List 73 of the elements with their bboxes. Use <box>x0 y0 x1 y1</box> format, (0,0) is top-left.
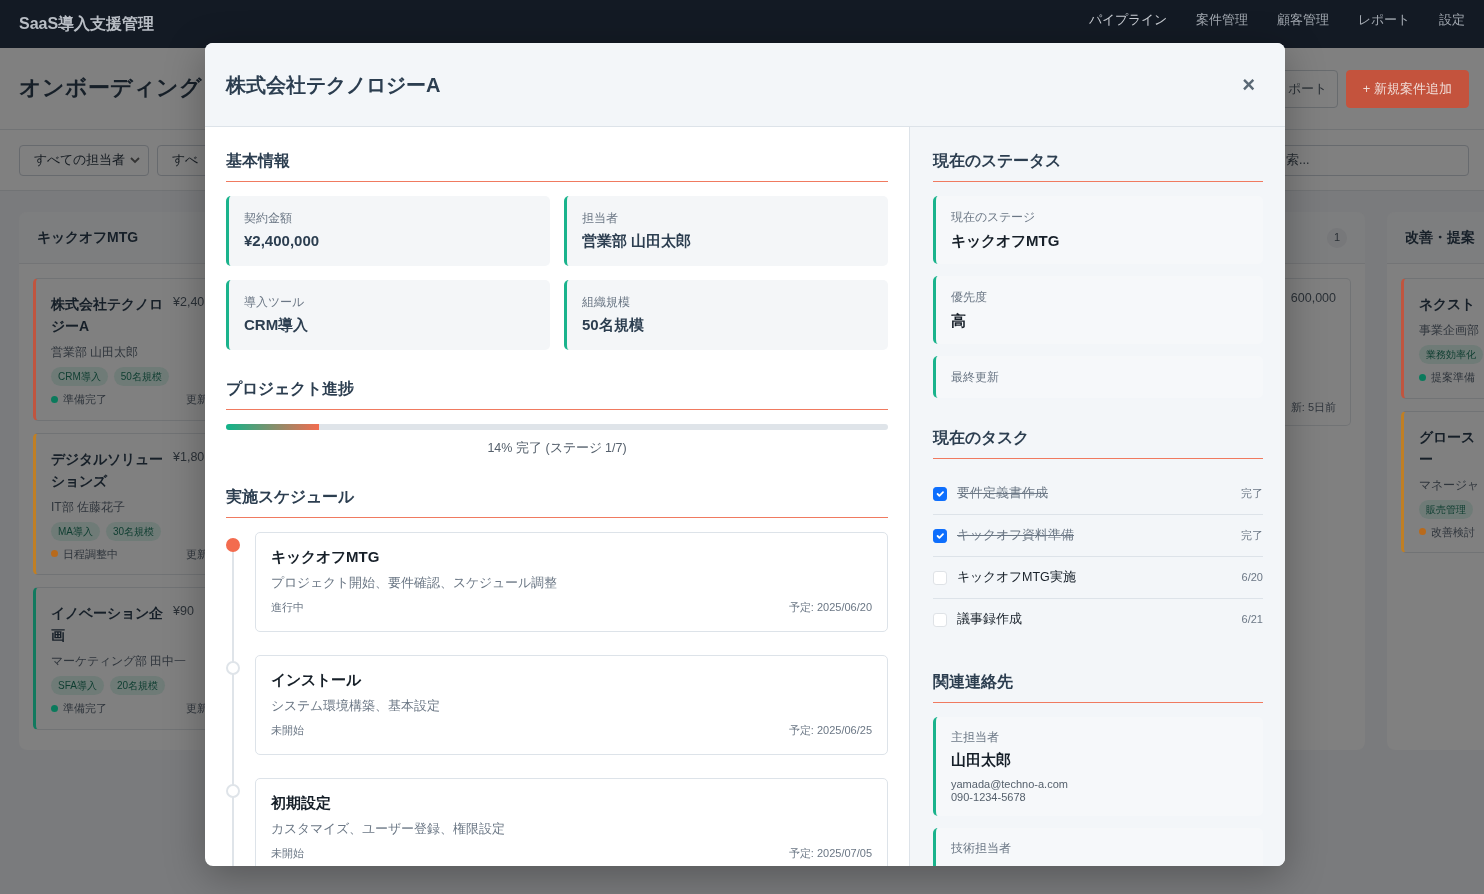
task-label: キックオフ資料準備 <box>957 527 1075 544</box>
status-text: 日程調整中 <box>63 546 118 562</box>
deal-title: デジタルソリュー ションズ <box>51 449 164 491</box>
column-title: 改善・提案 <box>1405 228 1475 247</box>
field-value: 営業部 山田太郎 <box>582 231 693 251</box>
due-date: 予定: 2025/06/25 <box>788 723 872 738</box>
contact-name: 山田太郎 <box>951 750 1012 770</box>
field-label: 現在のステージ <box>951 210 1036 225</box>
field-label: 担当者 <box>582 211 619 226</box>
contact-name: 営業部 山田太郎 <box>51 344 139 361</box>
field-value: CRM導入 <box>244 315 310 335</box>
page-title: オンボーディング <box>19 75 202 102</box>
status-text: 提案準備 <box>1431 370 1475 385</box>
status-text: 改善検討 <box>1431 524 1475 540</box>
tag: 30名規模 <box>106 521 162 541</box>
column-title: キックオフMTG <box>37 228 139 247</box>
task-due: 6/20 <box>1241 570 1263 585</box>
field-label: 優先度 <box>951 290 988 305</box>
status-text: 準備完了 <box>63 701 107 716</box>
deal-amount: ¥1,80 <box>173 448 205 466</box>
contact-name: マーケティング部 田中一 <box>51 653 187 670</box>
task-due: 6/21 <box>1241 612 1263 627</box>
contact-name: IT部 佐藤花子 <box>51 498 125 516</box>
field-label: 組織規模 <box>582 295 631 310</box>
field-value: キックオフMTG <box>951 231 1061 251</box>
section-heading: 基本情報 <box>226 149 888 182</box>
task-due: 完了 <box>1241 486 1263 501</box>
stage-description: カスタマイズ、ユーザー登録、権限設定 <box>271 821 506 838</box>
count-badge: 1 <box>1327 227 1347 248</box>
contact-name: 事業企画部 <box>1419 322 1479 339</box>
tag: MA導入 <box>51 521 100 541</box>
field-value: ¥2,400,000 <box>244 231 321 251</box>
updated-text: 新: 5日前 <box>1289 399 1336 415</box>
section-heading: 現在のタスク <box>933 426 1263 459</box>
status-text: 準備完了 <box>63 392 107 407</box>
field-label: 導入ツール <box>244 295 305 310</box>
deal-title: ネクスト <box>1419 295 1476 314</box>
deal-amount: ¥2,40 <box>173 294 205 311</box>
stage-status: 未開始 <box>271 846 304 861</box>
deal-amount: 600,000 <box>1289 290 1336 307</box>
contact-role: 主担当者 <box>951 730 1000 745</box>
progress-caption: 14% 完了 (ステージ 1/7) <box>486 440 628 457</box>
task-label: 議事録作成 <box>957 611 1023 628</box>
tag: 50名規模 <box>113 367 169 386</box>
contact-email: yamada@techno-a.com <box>951 778 1069 791</box>
tag: SFA導入 <box>51 676 104 695</box>
stage-title: 初期設定 <box>271 793 332 813</box>
task-label: 要件定義書作成 <box>957 485 1049 502</box>
tag: CRM導入 <box>51 367 108 386</box>
field-label: 最終更新 <box>951 370 1000 385</box>
modal-title: 株式会社テクノロジーA <box>226 72 441 97</box>
contact-role: 技術担当者 <box>951 841 1012 856</box>
section-heading: 関連連絡先 <box>933 670 1263 703</box>
tag: 業務効率化 <box>1419 345 1483 364</box>
section-heading: 現在のステータス <box>933 149 1263 182</box>
contact-phone: 090-1234-5678 <box>951 791 1027 804</box>
deal-amount: ¥90 <box>173 603 194 620</box>
tag: 販売管理 <box>1419 499 1473 519</box>
due-date: 予定: 2025/07/05 <box>788 846 872 861</box>
section-heading: 実施スケジュール <box>226 485 888 518</box>
field-label: 契約金額 <box>244 211 293 226</box>
deal-title: グロース ー <box>1419 427 1476 469</box>
deal-title: イノベーション企画 <box>51 604 164 645</box>
task-label: キックオフMTG実施 <box>957 569 1077 586</box>
field-value: 高 <box>951 311 967 331</box>
stage-status: 進行中 <box>271 600 304 615</box>
contact-name: マネージャ <box>1419 476 1479 494</box>
due-date: 予定: 2025/06/20 <box>788 600 872 615</box>
deal-title: 株式会社テクノロ ジーA <box>51 295 164 336</box>
section-heading: プロジェクト進捗 <box>226 377 888 410</box>
tag: 20名規模 <box>109 676 166 695</box>
field-value: 50名規模 <box>582 315 645 335</box>
task-due: 完了 <box>1241 528 1263 543</box>
